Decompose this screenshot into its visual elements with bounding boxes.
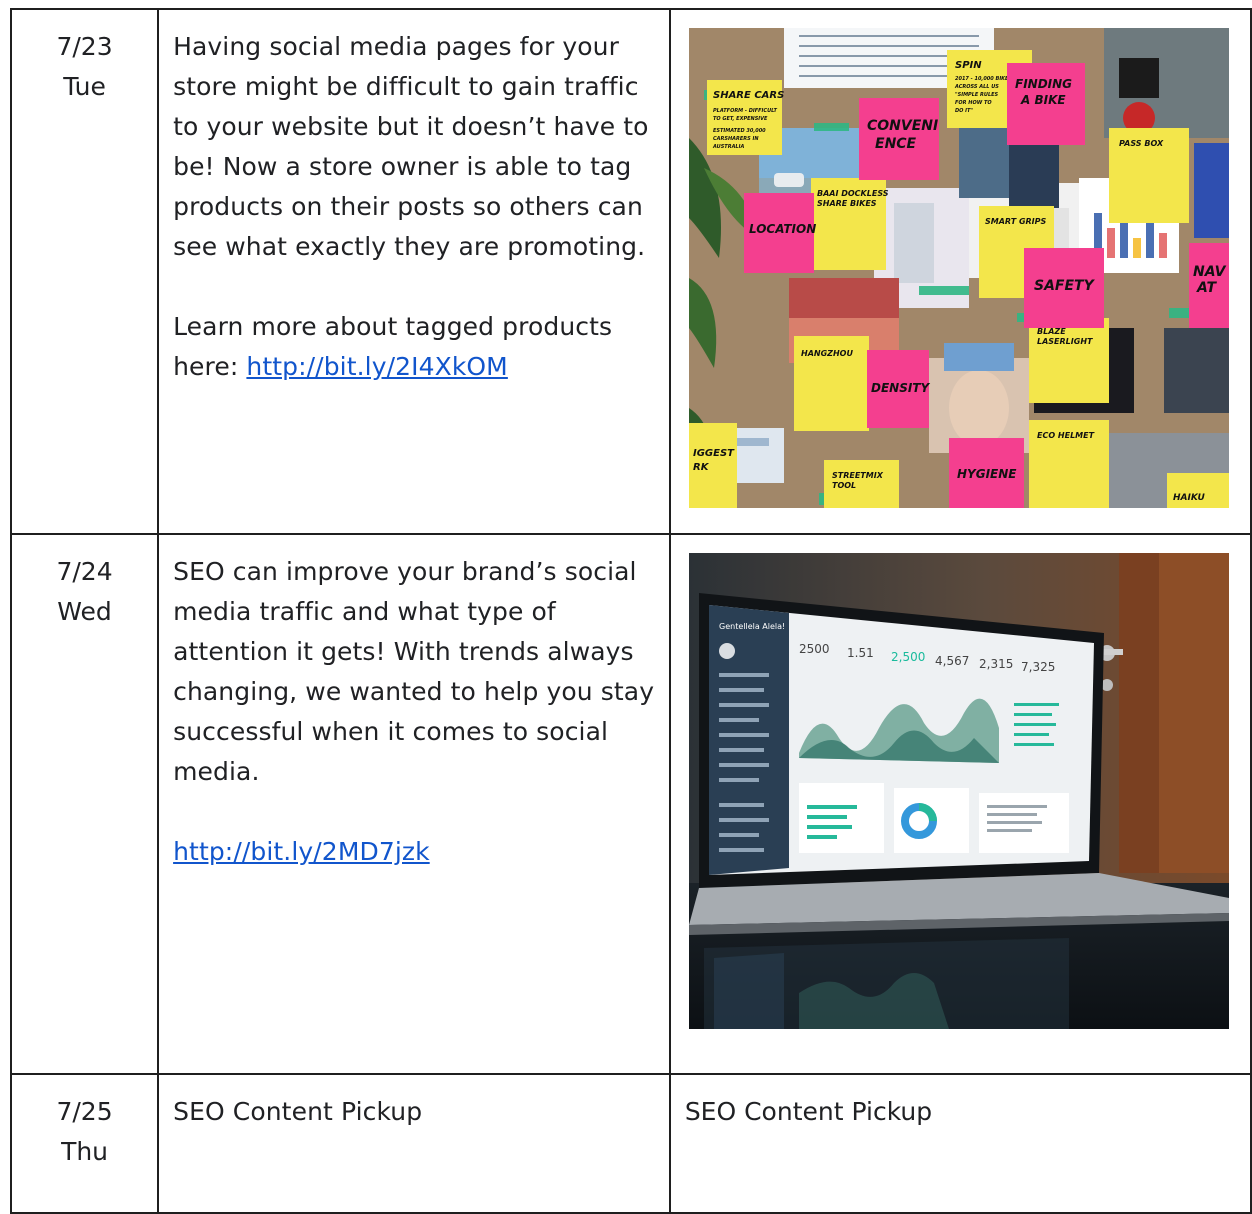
tagged-products-link[interactable]: http://bit.ly/2I4XkOM xyxy=(246,352,507,381)
date: 7/23 xyxy=(56,32,113,61)
svg-text:2,315: 2,315 xyxy=(979,657,1013,671)
post-text-cell: SEO Content Pickup xyxy=(157,1073,671,1214)
learn-more-line: Learn more about tagged products here: h… xyxy=(173,307,661,387)
svg-text:LASERLIGHT: LASERLIGHT xyxy=(1037,337,1093,346)
note-text: SHARE CARS xyxy=(713,90,784,101)
svg-text:DENSITY: DENSITY xyxy=(871,381,930,395)
date-cell: 7/23 Tue xyxy=(9,8,160,535)
date-cell: 7/25 Thu xyxy=(9,1073,160,1214)
svg-text:A BIKE: A BIKE xyxy=(1020,93,1066,107)
post-text-cell: Having social media pages for your store… xyxy=(157,8,671,535)
date: 7/24 xyxy=(56,557,113,586)
image-cell: SEO Content Pickup xyxy=(668,1073,1252,1214)
svg-text:BLAZE: BLAZE xyxy=(1037,327,1066,336)
svg-text:FOR HOW TO: FOR HOW TO xyxy=(955,100,992,106)
sticky-notes-photo: SHARE CARS PLATFORM - DIFFICULT TO GET, … xyxy=(688,28,1229,508)
weekday: Wed xyxy=(57,597,112,626)
svg-text:4,567: 4,567 xyxy=(935,654,969,668)
svg-text:IGGEST: IGGEST xyxy=(693,448,735,459)
svg-text:SPIN: SPIN xyxy=(955,60,982,71)
dashboard-title: Gentellela Alela! xyxy=(719,622,785,631)
svg-text:SAFETY: SAFETY xyxy=(1034,278,1096,294)
svg-text:STREETMIX: STREETMIX xyxy=(832,471,884,480)
content-calendar-table: 7/23 Tue Having social media pages for y… xyxy=(9,8,1252,1214)
table-row: 7/23 Tue Having social media pages for y… xyxy=(9,8,1252,535)
svg-text:FINDING: FINDING xyxy=(1015,77,1072,91)
svg-text:RK: RK xyxy=(693,462,710,473)
svg-text:BAAI DOCKLESS: BAAI DOCKLESS xyxy=(817,189,889,198)
image-cell: Gentellela Alela! 2500 1.51 2,500 4,567 … xyxy=(668,533,1252,1075)
svg-text:SHARE BIKES: SHARE BIKES xyxy=(817,199,877,208)
svg-text:ESTIMATED 30,000: ESTIMATED 30,000 xyxy=(713,128,766,134)
post-paragraph: SEO Content Pickup xyxy=(173,1097,423,1126)
svg-text:CONVENI: CONVENI xyxy=(867,118,938,134)
svg-text:PLATFORM - DIFFICULT: PLATFORM - DIFFICULT xyxy=(713,108,777,114)
svg-text:CARSHARERS IN: CARSHARERS IN xyxy=(713,136,759,142)
date: 7/25 xyxy=(56,1097,113,1126)
svg-text:2,500: 2,500 xyxy=(891,650,925,664)
svg-text:ENCE: ENCE xyxy=(875,136,917,152)
svg-text:PASS BOX: PASS BOX xyxy=(1119,139,1164,148)
table-row: 7/24 Wed SEO can improve your brand’s so… xyxy=(9,533,1252,1075)
svg-text:TO GET, EXPENSIVE: TO GET, EXPENSIVE xyxy=(713,116,768,122)
svg-text:SMART GRIPS: SMART GRIPS xyxy=(985,217,1047,226)
seo-article-link[interactable]: http://bit.ly/2MD7jzk xyxy=(173,837,430,866)
svg-text:HANGZHOU: HANGZHOU xyxy=(801,349,853,358)
laptop-dashboard-photo: Gentellela Alela! 2500 1.51 2,500 4,567 … xyxy=(688,553,1229,1029)
svg-text:NAV: NAV xyxy=(1193,264,1227,280)
weekday: Thu xyxy=(61,1137,109,1166)
weekday: Tue xyxy=(63,72,106,101)
post-paragraph: SEO can improve your brand’s social medi… xyxy=(173,557,655,786)
svg-text:HYGIENE: HYGIENE xyxy=(957,467,1017,481)
image-placeholder-text: SEO Content Pickup xyxy=(684,1097,933,1126)
svg-text:ACROSS ALL US: ACROSS ALL US xyxy=(954,84,999,90)
link-line: http://bit.ly/2MD7jzk xyxy=(173,832,661,872)
svg-text:7,325: 7,325 xyxy=(1021,660,1055,674)
svg-text:DO IT": DO IT" xyxy=(955,108,973,114)
svg-text:LOCATION: LOCATION xyxy=(749,222,816,236)
svg-text:ECO HELMET: ECO HELMET xyxy=(1037,431,1095,440)
table-row: 7/25 Thu SEO Content Pickup SEO Content … xyxy=(9,1073,1252,1214)
post-text-cell: SEO can improve your brand’s social medi… xyxy=(157,533,671,1075)
svg-text:"SIMPLE RULES: "SIMPLE RULES xyxy=(955,92,999,98)
svg-text:AT: AT xyxy=(1196,280,1217,296)
date-cell: 7/24 Wed xyxy=(9,533,160,1075)
image-cell: SHARE CARS PLATFORM - DIFFICULT TO GET, … xyxy=(668,8,1252,535)
svg-text:2017 - 10,000 BIKES: 2017 - 10,000 BIKES xyxy=(955,76,1012,82)
svg-text:AUSTRALIA: AUSTRALIA xyxy=(712,144,744,150)
svg-text:2500: 2500 xyxy=(799,642,830,656)
svg-text:HAIKU: HAIKU xyxy=(1173,493,1205,503)
svg-text:1.51: 1.51 xyxy=(847,646,874,660)
post-paragraph: Having social media pages for your store… xyxy=(173,32,649,261)
svg-text:TOOL: TOOL xyxy=(832,481,856,490)
